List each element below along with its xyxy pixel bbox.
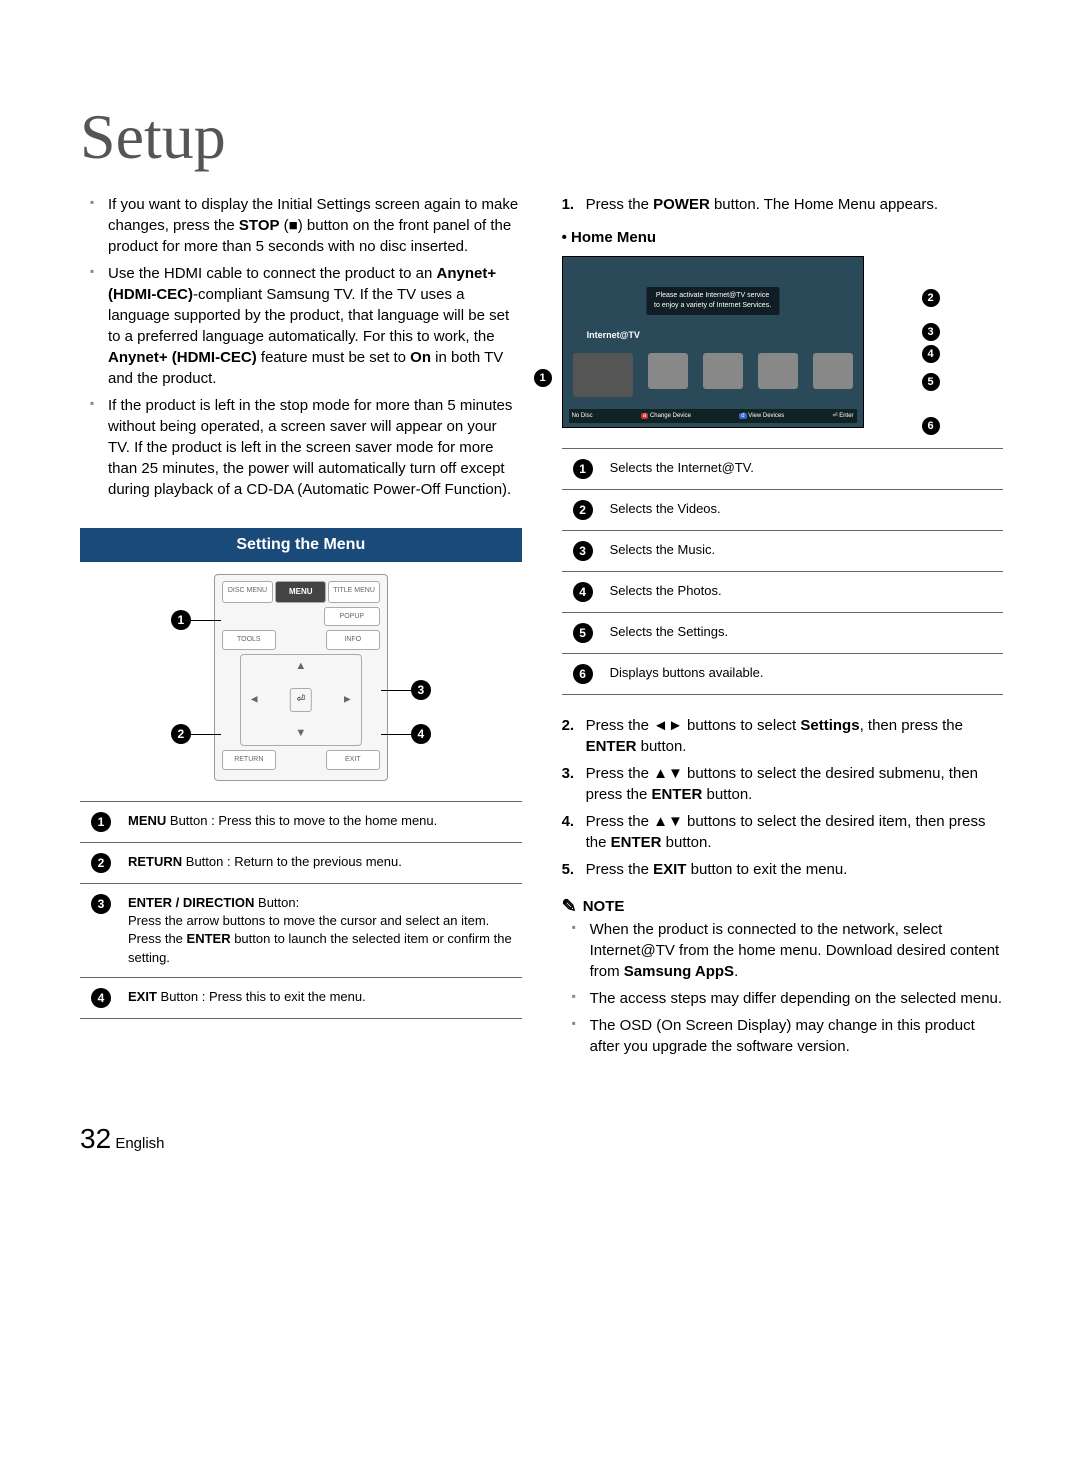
- steps-bottom: 2. Press the ◄► buttons to select Settin…: [562, 715, 1004, 880]
- bar-enter: ⏎ Enter: [833, 412, 854, 420]
- disc-menu-button: DISC MENU: [222, 581, 273, 602]
- note-heading: ✎ NOTE: [562, 894, 1004, 919]
- bullet-item: Use the HDMI cable to connect the produc…: [80, 263, 522, 389]
- left-column: If you want to display the Initial Setti…: [80, 194, 522, 1063]
- bullet-item: If you want to display the Initial Setti…: [80, 194, 522, 257]
- table-row: 1 MENU Button : Press this to move to th…: [80, 801, 522, 842]
- dpad: ▲ ▼ ◄ ► ⏎: [240, 654, 362, 746]
- popup-button: POPUP: [324, 607, 380, 627]
- tv-icon-row: [573, 353, 853, 397]
- photos-icon: [758, 353, 798, 389]
- page-language: English: [115, 1135, 164, 1152]
- page-title: Setup: [80, 100, 1000, 174]
- arrow-left-icon: ◄: [249, 692, 260, 707]
- note-item: When the product is connected to the net…: [562, 919, 1004, 982]
- step-item: 3. Press the ▲▼ buttons to select the de…: [562, 763, 1004, 805]
- tv-screen: Please activate Internet@TV service to e…: [562, 256, 864, 428]
- remote-diagram: 1 2 3 4 DISC MENU MENU TITLE MENU POPUP: [181, 574, 421, 781]
- tools-button: TOOLS: [222, 630, 276, 650]
- bar-nodisc: No Disc: [572, 412, 593, 420]
- callout-1: 1: [171, 610, 221, 630]
- page-number: 32: [80, 1123, 111, 1154]
- enter-icon: ⏎: [290, 688, 312, 712]
- note-item: The OSD (On Screen Display) may change i…: [562, 1015, 1004, 1057]
- hm-callout-3: 3: [922, 320, 940, 341]
- step-item: 2. Press the ◄► buttons to select Settin…: [562, 715, 1004, 757]
- tv-banner: Please activate Internet@TV service to e…: [646, 287, 779, 315]
- step-item: 5. Press the EXIT button to exit the men…: [562, 859, 1004, 880]
- table-row: 1Selects the Internet@TV.: [562, 449, 1004, 490]
- remote-body: DISC MENU MENU TITLE MENU POPUP TOOLS IN…: [214, 574, 388, 781]
- arrow-right-icon: ►: [342, 692, 353, 707]
- table-row: 6Displays buttons available.: [562, 654, 1004, 695]
- hm-callout-6: 6: [922, 414, 940, 435]
- table-row: 2 RETURN Button : Return to the previous…: [80, 842, 522, 883]
- hm-callout-4: 4: [922, 342, 940, 363]
- steps-top: 1. Press the POWER button. The Home Menu…: [562, 194, 1004, 215]
- hm-callout-5: 5: [922, 370, 940, 391]
- callout-2: 2: [171, 724, 221, 744]
- return-button: RETURN: [222, 750, 276, 770]
- menu-button: MENU: [275, 581, 326, 602]
- table-row: 5Selects the Settings.: [562, 613, 1004, 654]
- bar-change-device: a Change Device: [641, 412, 691, 420]
- step-item: 1. Press the POWER button. The Home Menu…: [562, 194, 1004, 215]
- left-bullet-list: If you want to display the Initial Setti…: [80, 194, 522, 500]
- home-menu-label: • Home Menu: [562, 227, 1004, 248]
- section-header-setting-menu: Setting the Menu: [80, 528, 522, 562]
- remote-description-table: 1 MENU Button : Press this to move to th…: [80, 801, 522, 1019]
- table-row: 4Selects the Photos.: [562, 572, 1004, 613]
- settings-icon: [813, 353, 853, 389]
- manual-page: Setup If you want to display the Initial…: [0, 0, 1080, 1215]
- arrow-down-icon: ▼: [295, 726, 306, 741]
- arrow-up-icon: ▲: [295, 659, 306, 674]
- hm-callout-1: 1: [534, 366, 552, 387]
- page-footer: 32 English: [80, 1123, 1000, 1155]
- tv-bottom-bar: No Disc a Change Device d View Devices ⏎…: [569, 409, 857, 423]
- table-row: 4 EXIT Button : Press this to exit the m…: [80, 977, 522, 1018]
- two-column-layout: If you want to display the Initial Setti…: [80, 194, 1000, 1063]
- table-row: 2Selects the Videos.: [562, 490, 1004, 531]
- tv-label-internet: Internet@TV: [587, 329, 640, 342]
- notes-list: When the product is connected to the net…: [562, 919, 1004, 1057]
- bullet-item: If the product is left in the stop mode …: [80, 395, 522, 500]
- bar-view-devices: d View Devices: [739, 412, 784, 420]
- callout-4: 4: [381, 724, 431, 744]
- note-item: The access steps may differ depending on…: [562, 988, 1004, 1009]
- home-menu-table: 1Selects the Internet@TV. 2Selects the V…: [562, 448, 1004, 695]
- right-column: 1. Press the POWER button. The Home Menu…: [562, 194, 1004, 1063]
- note-icon: ✎: [562, 894, 577, 919]
- table-row: 3 ENTER / DIRECTION Button: Press the ar…: [80, 883, 522, 977]
- music-icon: [703, 353, 743, 389]
- tv-main-tile: [573, 353, 633, 397]
- hm-callout-2: 2: [922, 286, 940, 307]
- videos-icon: [648, 353, 688, 389]
- callout-3: 3: [381, 680, 431, 700]
- step-item: 4. Press the ▲▼ buttons to select the de…: [562, 811, 1004, 853]
- exit-button: EXIT: [326, 750, 380, 770]
- title-menu-button: TITLE MENU: [328, 581, 379, 602]
- info-button: INFO: [326, 630, 380, 650]
- table-row: 3Selects the Music.: [562, 531, 1004, 572]
- home-menu-figure: Please activate Internet@TV service to e…: [562, 256, 912, 428]
